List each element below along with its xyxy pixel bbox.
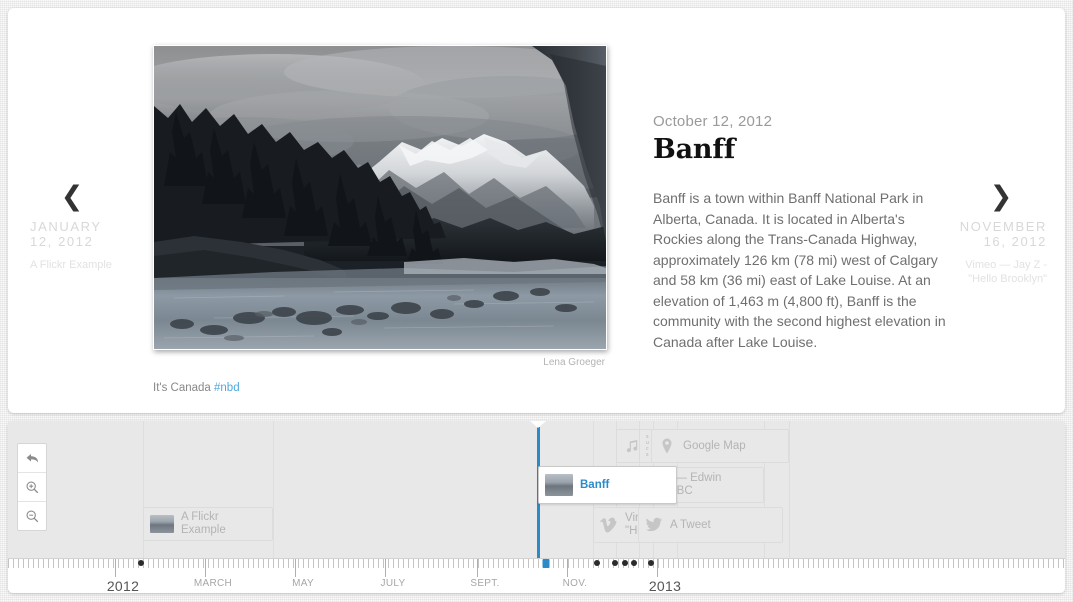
current-marker-flag: [530, 421, 546, 428]
twitter-icon: [645, 516, 663, 534]
next-slide-title: Vimeo — Jay Z - "Hello Brooklyn": [965, 259, 1047, 285]
slide-text: October 12, 2012 Banff Banff is a town w…: [653, 113, 953, 352]
ruler-month-label: MARCH: [193, 578, 233, 589]
slide-date: October 12, 2012: [653, 113, 773, 130]
ruler-major-tick: [477, 559, 478, 577]
map-pin-icon: [658, 437, 676, 455]
next-slide-date: NOVEMBER 16, 2012: [959, 219, 1047, 249]
ruler-major-tick: [295, 559, 296, 577]
banff-photo: [154, 46, 606, 349]
media-caption-hashtag[interactable]: #nbd: [214, 382, 240, 394]
slide-description: Banff is a town within Banff National Pa…: [653, 190, 946, 350]
ruler-dot[interactable]: [138, 560, 144, 566]
timeline-card-label: s u c s: [646, 434, 649, 458]
timeline-zoom-controls[interactable]: [17, 443, 47, 531]
previous-slide-title: A Flickr Example: [30, 259, 112, 271]
card-thumbnail: [150, 515, 174, 533]
back-arrow-glyph: [26, 453, 38, 463]
ruler-year-label: 2013: [648, 578, 682, 593]
card-thumbnail: [545, 474, 573, 496]
ruler-major-tick: [205, 559, 206, 577]
vimeo-icon: [600, 516, 618, 534]
timeline-card-label: A Tweet: [670, 518, 711, 531]
slide-title: Banff: [653, 134, 736, 165]
timeline-navigation[interactable]: A Flickr Examples u c sGoogle Mapube — E…: [8, 421, 1065, 593]
ruler-ticks: [8, 559, 1065, 568]
ruler-major-tick: [567, 559, 568, 577]
timeline-card-label: Google Map: [683, 439, 746, 452]
ruler-month-label: JULY: [380, 578, 406, 589]
timeline-card[interactable]: A Flickr Example: [143, 507, 273, 541]
ruler-dot-current[interactable]: [542, 559, 550, 568]
gridline: [789, 421, 790, 558]
timeline-card[interactable]: Google Map: [651, 429, 789, 463]
ruler-year-label: 2012: [106, 578, 140, 593]
chevron-right-icon[interactable]: ❯: [937, 183, 1065, 211]
ruler-dot[interactable]: [622, 560, 628, 566]
ruler-major-tick: [115, 559, 116, 577]
ruler-dot[interactable]: [612, 560, 618, 566]
chevron-left-icon[interactable]: ❮: [8, 183, 136, 211]
slide-media: Lena Groeger It's Canada #nbd: [153, 45, 607, 394]
media-caption: It's Canada #nbd: [153, 382, 605, 394]
ruler-month-label: MAY: [292, 578, 314, 589]
zoom-out-icon[interactable]: [18, 501, 46, 530]
timeline-card[interactable]: A Tweet: [638, 507, 783, 543]
zoom-in-glyph: [25, 480, 38, 493]
photo-frame[interactable]: [153, 45, 607, 350]
timeline-card-label: Banff: [580, 478, 610, 491]
next-slide-nav[interactable]: ❯ NOVEMBER 16, 2012 Vimeo — Jay Z - "Hel…: [937, 183, 1065, 286]
ruler-major-tick: [657, 559, 658, 577]
timeline-card-active[interactable]: Banff: [538, 466, 677, 504]
previous-slide-nav[interactable]: ❮ JANUARY 12, 2012 A Flickr Example: [8, 183, 136, 272]
ruler-month-label: SEPT.: [470, 578, 500, 589]
timeline-ruler[interactable]: 2012 MARCH MAY JULY SEPT. NOV. 2013: [8, 558, 1065, 593]
timeline-card-label: A Flickr Example: [181, 511, 226, 536]
ruler-month-label: NOV.: [562, 578, 588, 589]
timeline-app: ❮ JANUARY 12, 2012 A Flickr Example ❯ NO…: [0, 0, 1073, 602]
media-caption-text: It's Canada: [153, 382, 215, 394]
ruler-dot[interactable]: [648, 560, 654, 566]
photo-illustration: [154, 46, 606, 349]
zoom-in-icon[interactable]: [18, 472, 46, 501]
media-credit: Lena Groeger: [543, 357, 605, 368]
ruler-dot[interactable]: [594, 560, 600, 566]
zoom-out-glyph: [25, 509, 38, 522]
timeline-track[interactable]: A Flickr Examples u c sGoogle Mapube — E…: [8, 421, 1065, 558]
gridline: [273, 421, 274, 558]
ruler-dot[interactable]: [631, 560, 637, 566]
previous-slide-date: JANUARY 12, 2012: [30, 219, 102, 249]
ruler-major-tick: [385, 559, 386, 577]
back-arrow-icon[interactable]: [18, 444, 46, 472]
slide-panel: ❮ JANUARY 12, 2012 A Flickr Example ❯ NO…: [8, 8, 1065, 413]
